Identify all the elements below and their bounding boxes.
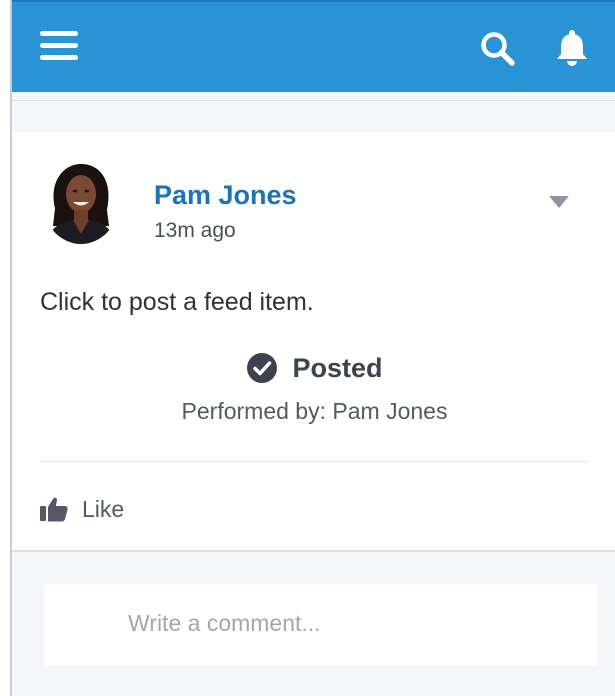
feed-item-card: Pam Jones 13m ago Click to post a feed i… xyxy=(12,132,615,552)
like-button[interactable]: Like xyxy=(40,492,124,526)
divider xyxy=(40,461,589,462)
feed-item-body: Click to post a feed item. xyxy=(40,288,314,316)
thumbs-up-icon xyxy=(40,497,68,522)
status-line: Posted xyxy=(12,352,615,392)
comment-input[interactable]: Write a comment... xyxy=(44,584,597,666)
caret-down-icon[interactable] xyxy=(548,194,570,210)
feed-frame: Pam Jones 13m ago Click to post a feed i… xyxy=(10,0,615,696)
comment-placeholder: Write a comment... xyxy=(128,610,321,636)
hamburger-menu-icon[interactable] xyxy=(40,31,78,61)
header-shadow-strip xyxy=(12,92,615,101)
check-circle-icon xyxy=(247,353,278,383)
search-icon[interactable] xyxy=(480,31,516,67)
app-header xyxy=(12,0,615,92)
post-timestamp: 13m ago xyxy=(154,219,236,242)
avatar[interactable] xyxy=(43,160,119,244)
status-label: Posted xyxy=(292,352,383,383)
bell-icon[interactable] xyxy=(555,29,589,67)
author-name-link[interactable]: Pam Jones xyxy=(154,180,297,211)
like-label: Like xyxy=(82,495,125,522)
performed-by-text: Performed by: Pam Jones xyxy=(181,398,448,424)
